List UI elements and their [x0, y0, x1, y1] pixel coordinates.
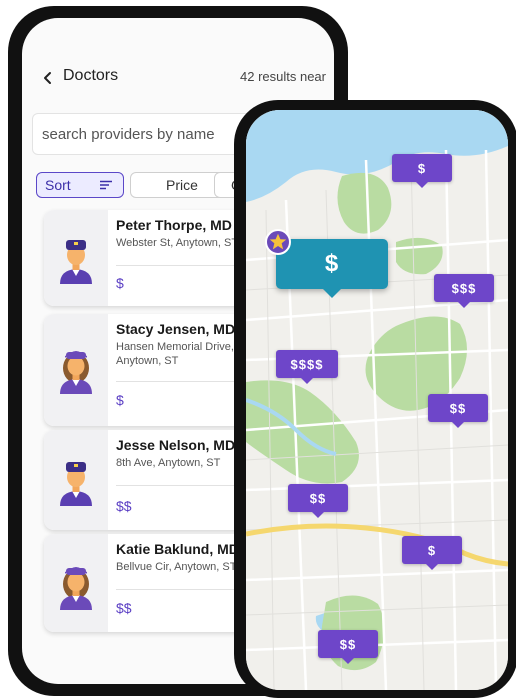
male-doctor-icon: [60, 462, 92, 506]
female-doctor-icon: [60, 567, 92, 610]
price-pin-label: $: [427, 542, 437, 558]
back-button-label[interactable]: Doctors: [63, 67, 118, 85]
header: Doctors 42 results near: [22, 66, 334, 92]
price-pin-label: $$$: [451, 280, 477, 296]
doctor-address: Webster St, Anytown, ST: [116, 237, 239, 249]
doctor-name: Katie Baklund, MD: [116, 541, 239, 557]
price-filter-label: Price: [166, 177, 198, 193]
female-doctor-icon: [60, 351, 92, 394]
doctor-name: Stacy Jensen, MD: [116, 321, 236, 337]
doctor-price: $$: [116, 600, 132, 616]
price-pin-label: $$$$: [290, 356, 324, 372]
price-pin[interactable]: $$: [318, 630, 378, 664]
doctor-address: Hansen Memorial Drive, Anytown, ST: [116, 341, 234, 367]
price-pin-label: $: [417, 160, 427, 176]
price-pin-label: $$: [309, 490, 327, 506]
price-pin[interactable]: $$: [288, 484, 348, 518]
doctor-address: Bellvue Cir, Anytown, ST: [116, 561, 237, 573]
sort-lines-icon: [100, 180, 112, 190]
map-phone: $ $ $$$ $$$$ $$ $$ $ $$: [234, 100, 516, 698]
selected-pin-label: $: [324, 250, 340, 277]
sort-button[interactable]: Sort: [36, 172, 124, 198]
doctor-name: Jesse Nelson, MD: [116, 437, 236, 453]
doctor-price: $: [116, 392, 124, 408]
map-screen[interactable]: $ $ $$$ $$$$ $$ $$ $ $$: [246, 110, 508, 690]
results-count: 42 results near: [240, 69, 326, 84]
doctor-price: $: [116, 275, 124, 291]
doctor-price: $$: [116, 498, 132, 514]
price-pin[interactable]: $$: [428, 394, 488, 428]
price-pin[interactable]: $$$$: [276, 350, 338, 384]
price-pin-label: $$: [449, 400, 467, 416]
chevron-left-icon[interactable]: [40, 70, 56, 86]
sort-label: Sort: [45, 177, 71, 193]
doctor-address: 8th Ave, Anytown, ST: [116, 457, 221, 469]
selected-price-pin[interactable]: $: [276, 239, 388, 298]
star-icon[interactable]: [265, 229, 291, 255]
doctor-name: Peter Thorpe, MD: [116, 217, 232, 233]
price-pin[interactable]: $$$: [434, 274, 494, 308]
male-doctor-icon: [60, 240, 92, 284]
price-pin-label: $$: [339, 636, 357, 652]
search-input[interactable]: [33, 114, 242, 154]
price-pin[interactable]: $: [392, 154, 452, 188]
price-pin[interactable]: $: [402, 536, 462, 570]
